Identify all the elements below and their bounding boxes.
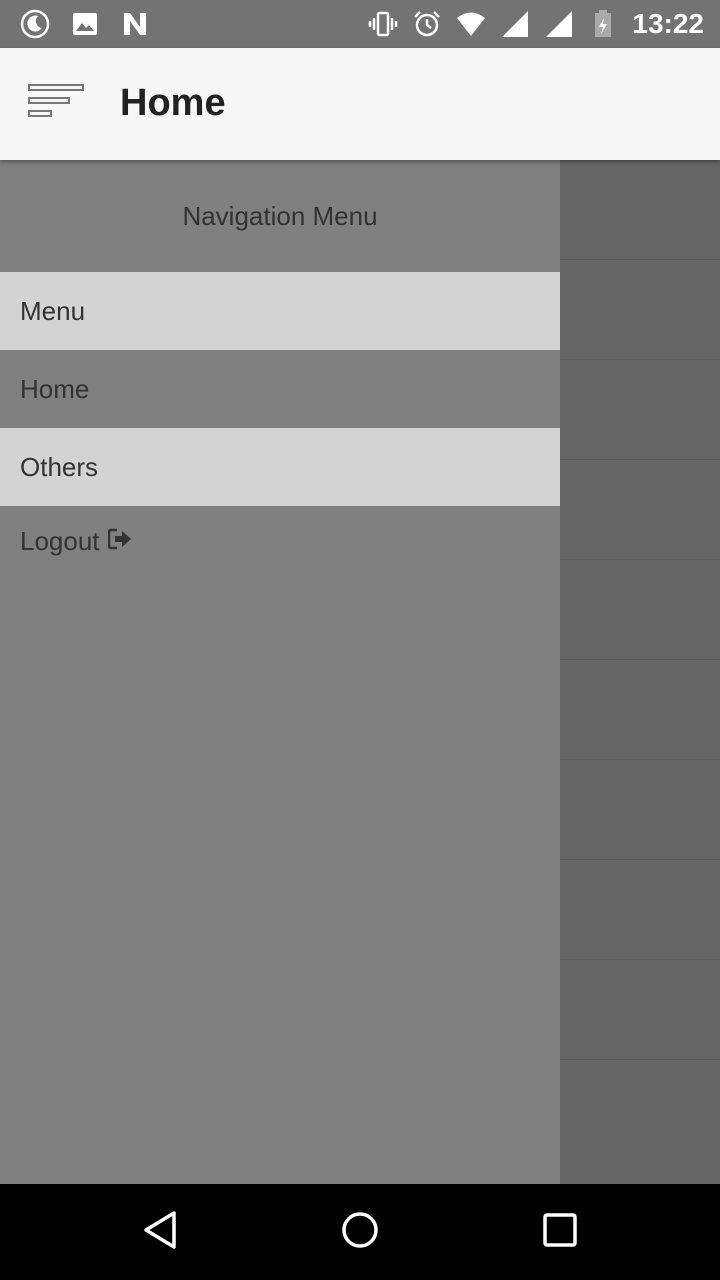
n-icon bbox=[120, 9, 150, 39]
content-list bbox=[560, 160, 720, 1184]
drawer-item-others[interactable]: Others bbox=[0, 428, 560, 506]
home-icon bbox=[340, 1210, 380, 1254]
recents-icon bbox=[542, 1212, 578, 1252]
app-bar: Home bbox=[0, 48, 720, 160]
back-button[interactable] bbox=[136, 1208, 184, 1256]
list-item bbox=[560, 360, 720, 460]
drawer-item-menu[interactable]: Menu bbox=[0, 272, 560, 350]
clock: 13:22 bbox=[632, 8, 704, 39]
home-button[interactable] bbox=[336, 1208, 384, 1256]
list-item bbox=[560, 660, 720, 760]
navigation-drawer: Navigation Menu Menu Home Others Logout bbox=[0, 160, 560, 1184]
recents-button[interactable] bbox=[536, 1208, 584, 1256]
list-item bbox=[560, 860, 720, 960]
signal-icon bbox=[500, 9, 530, 39]
logout-label: Logout bbox=[20, 525, 100, 556]
signal-icon bbox=[544, 9, 574, 39]
list-item bbox=[560, 560, 720, 660]
wifi-icon bbox=[456, 9, 486, 39]
list-item bbox=[560, 260, 720, 360]
list-item bbox=[560, 460, 720, 560]
logout-button[interactable]: Logout bbox=[0, 506, 560, 576]
list-item bbox=[560, 160, 720, 260]
menu-button[interactable] bbox=[24, 80, 88, 128]
sign-out-icon bbox=[107, 526, 132, 557]
vibrate-icon bbox=[368, 9, 398, 39]
status-bar: 13:22 bbox=[0, 0, 720, 48]
alarm-icon bbox=[412, 9, 442, 39]
back-icon bbox=[142, 1210, 178, 1254]
list-item bbox=[560, 960, 720, 1060]
battery-icon bbox=[588, 9, 618, 39]
image-icon bbox=[70, 9, 100, 39]
moon-icon bbox=[20, 9, 50, 39]
sort-menu-icon bbox=[28, 84, 84, 124]
drawer-item-home[interactable]: Home bbox=[0, 350, 560, 428]
page-title: Home bbox=[120, 82, 226, 124]
list-item bbox=[560, 760, 720, 860]
system-nav-bar bbox=[0, 1184, 720, 1280]
drawer-header: Navigation Menu bbox=[182, 200, 378, 231]
